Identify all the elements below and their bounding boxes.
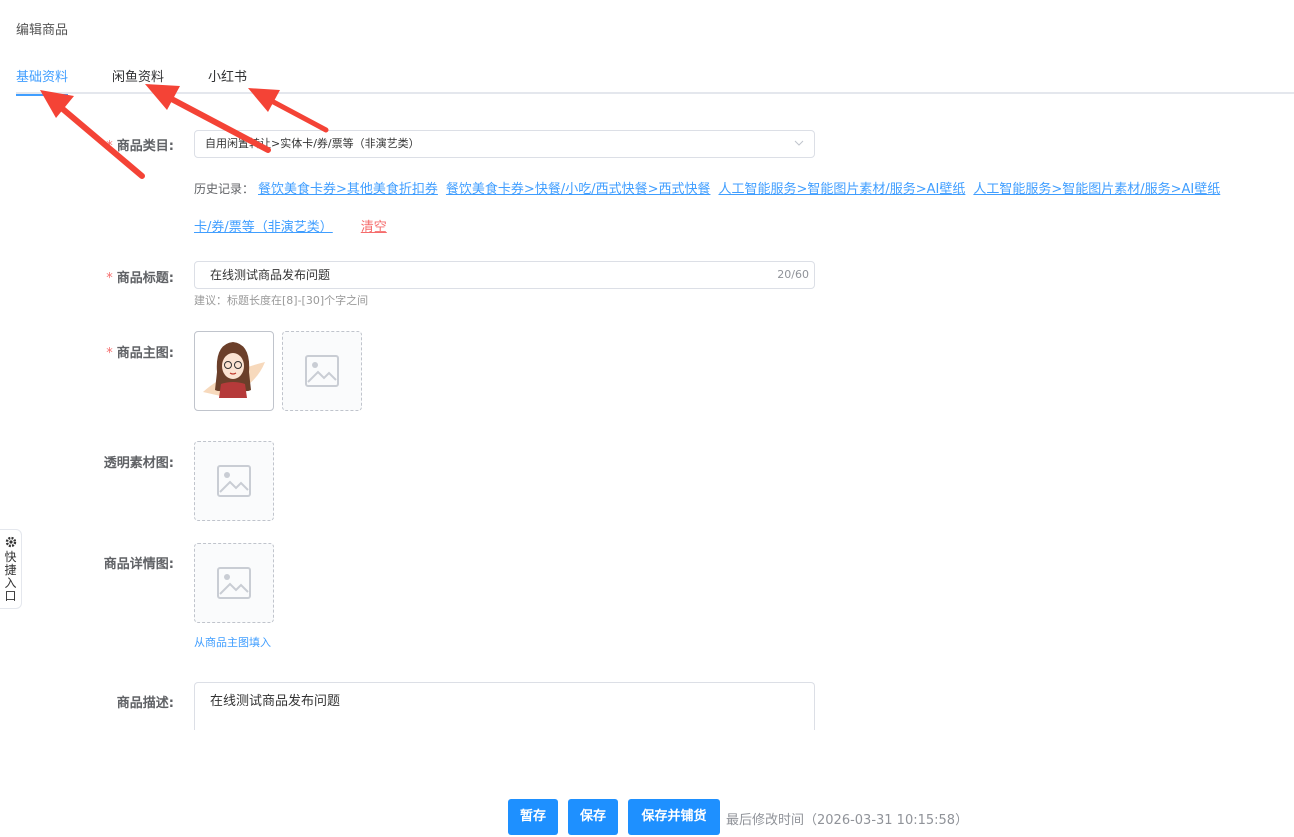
- history-link[interactable]: 餐饮美食卡券>快餐/小吃/西式快餐>西式快餐: [446, 182, 711, 197]
- last-modified-text: 最后修改时间（2026-03-31 10:15:58）: [726, 813, 969, 828]
- image-placeholder-icon: [217, 465, 251, 497]
- save-and-distribute-button[interactable]: 保存并铺货: [628, 799, 720, 835]
- tab-bar: 基础资料 闲鱼资料 小红书: [16, 62, 1294, 96]
- image-placeholder-icon: [305, 355, 339, 387]
- detail-image-label: 商品详情图:: [103, 557, 174, 572]
- save-button[interactable]: 保存: [568, 799, 618, 835]
- history-clear-link[interactable]: 清空: [361, 220, 387, 235]
- title-char-count: 20/60: [777, 268, 809, 281]
- quick-entry-char: 口: [4, 589, 17, 603]
- image-placeholder-icon: [217, 567, 251, 599]
- tab-basic-info[interactable]: 基础资料: [16, 66, 69, 96]
- category-value: 自用闲置转让>实体卡/券/票等（非演艺类）: [205, 137, 420, 150]
- arrow-annotation: [40, 90, 145, 179]
- main-image-upload[interactable]: [282, 331, 362, 411]
- transparent-image-label: 透明素材图:: [103, 456, 174, 471]
- history-link[interactable]: 卡/券/票等（非演艺类）: [194, 220, 333, 235]
- title-value: 在线测试商品发布问题: [210, 268, 331, 282]
- avatar-illustration: [203, 342, 265, 398]
- fill-from-main-image-link[interactable]: 从商品主图填入: [194, 634, 271, 650]
- title-label: * 商品标题:: [106, 271, 174, 286]
- history-link[interactable]: 人工智能服务>智能图片素材/服务>AI壁纸: [718, 182, 965, 197]
- category-select[interactable]: 自用闲置转让>实体卡/券/票等（非演艺类）: [194, 130, 815, 158]
- category-label: * 商品类目:: [106, 139, 174, 154]
- transparent-image-upload[interactable]: [194, 441, 274, 521]
- title-input[interactable]: 在线测试商品发布问题 20/60: [194, 261, 815, 289]
- chevron-down-icon: [794, 140, 804, 146]
- main-image-thumbnail[interactable]: [194, 331, 274, 411]
- tab-xiaohongshu[interactable]: 小红书: [208, 66, 247, 94]
- arrow-annotation: [248, 88, 329, 133]
- page-title: 编辑商品: [16, 23, 69, 38]
- main-image-label: * 商品主图:: [106, 346, 174, 361]
- title-hint: 建议：标题长度在[8]-[30]个字之间: [194, 294, 369, 307]
- history-link[interactable]: 人工智能服务>智能图片素材/服务>AI壁纸: [973, 182, 1220, 197]
- description-textarea[interactable]: 在线测试商品发布问题: [194, 682, 815, 730]
- history-link[interactable]: 餐饮美食卡券>其他美食折扣券: [258, 182, 438, 197]
- quick-entry-tab[interactable]: 快 捷 入 口: [0, 529, 22, 609]
- category-history: 历史记录： 餐饮美食卡券>其他美食折扣券 餐饮美食卡券>快餐/小吃/西式快餐>西式快…: [194, 170, 1294, 247]
- detail-image-upload[interactable]: [194, 543, 274, 623]
- description-value: 在线测试商品发布问题: [210, 694, 341, 709]
- draft-button[interactable]: 暂存: [508, 799, 558, 835]
- tab-xianyu-info[interactable]: 闲鱼资料: [112, 66, 164, 94]
- gear-icon: [5, 536, 16, 548]
- description-label: 商品描述:: [116, 696, 174, 711]
- history-label: 历史记录：: [194, 182, 255, 196]
